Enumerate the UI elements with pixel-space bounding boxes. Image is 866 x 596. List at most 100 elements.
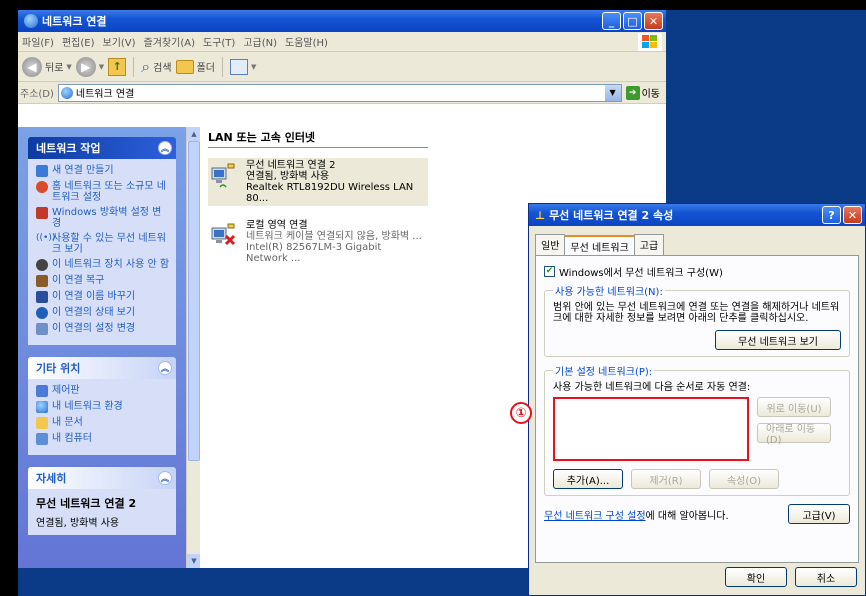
task-pane-scrollbar[interactable]: ▲ ▼ <box>186 127 201 568</box>
learn-more-suffix: 에 대해 알아봅니다. <box>645 510 729 522</box>
properties-button[interactable]: 속성(O) <box>709 469 779 489</box>
group-header: LAN 또는 고속 인터넷 <box>208 129 428 148</box>
help-button[interactable]: ? <box>822 206 841 224</box>
connection-name: 무선 네트워크 연결 2 <box>246 160 336 171</box>
ok-button[interactable]: 확인 <box>725 567 787 587</box>
task-status[interactable]: 이 연결의 상태 보기 <box>36 307 170 319</box>
connection-status: 네트워크 케이블 연결되지 않음, 방화벽 ... <box>246 231 422 242</box>
dialog-close-button[interactable]: ✕ <box>843 206 862 224</box>
task-pane: 네트워크 작업 ︽ 새 연결 만들기 홈 네트워크 또는 소규모 네트워크 설정… <box>18 127 186 568</box>
remove-button[interactable]: 제거(R) <box>631 469 701 489</box>
chevron-down-icon[interactable]: ▼ <box>604 84 621 101</box>
network-connections-icon <box>24 14 38 28</box>
wireless-networks-page: ✔ Windows에서 무선 네트워크 구성(W) 사용 가능한 네트워크(N)… <box>535 255 859 563</box>
task-firewall[interactable]: Windows 방화벽 설정 변경 <box>36 207 170 229</box>
go-button[interactable]: ➔ 이동 <box>625 85 660 100</box>
back-button[interactable]: ◀ 뒤로 ▼ <box>22 56 72 77</box>
other-places-header[interactable]: 기타 위치 ︽ <box>28 357 176 379</box>
folders-button[interactable]: 폴더 <box>175 59 215 74</box>
maximize-button[interactable]: □ <box>623 12 642 30</box>
address-value: 네트워크 연결 <box>75 89 135 100</box>
task-rename[interactable]: 이 연결 이름 바꾸기 <box>36 291 170 303</box>
menu-favorites[interactable]: 즐겨찾기(A) <box>144 34 195 49</box>
tab-general[interactable]: 일반 <box>535 234 566 255</box>
task-settings[interactable]: 이 연결의 설정 변경 <box>36 323 170 335</box>
chevron-down-icon: ▼ <box>66 62 72 71</box>
cancel-button[interactable]: 취소 <box>795 567 857 587</box>
move-up-button[interactable]: 위로 이동(U) <box>757 397 831 417</box>
address-bar: 주소(D) 네트워크 연결 ▼ ➔ 이동 <box>18 82 666 104</box>
address-input[interactable]: 네트워크 연결 ▼ <box>57 83 622 102</box>
menu-bar: 파일(F) 편집(E) 보기(V) 즐겨찾기(A) 도구(T) 고급(N) 도움… <box>18 32 666 52</box>
use-windows-config-checkbox-row[interactable]: ✔ Windows에서 무선 네트워크 구성(W) <box>544 264 850 279</box>
collapse-icon[interactable]: ︽ <box>158 471 172 485</box>
place-my-network[interactable]: 내 네트워크 환경 <box>36 401 170 413</box>
other-places-panel: 기타 위치 ︽ 제어판 내 네트워크 환경 내 문서 내 컴퓨터 <box>28 357 176 455</box>
learn-more-link[interactable]: 무선 네트워크 구성 설정 <box>544 507 646 522</box>
desktop: 네트워크 연결 _ □ ✕ 파일(F) 편집(E) 보기(V) 즐겨찾기(A) … <box>18 10 866 596</box>
place-my-computer[interactable]: 내 컴퓨터 <box>36 433 170 445</box>
chevron-down-icon: ▼ <box>98 62 105 71</box>
toolbar-separator <box>133 56 135 77</box>
menu-tools[interactable]: 도구(T) <box>203 34 235 49</box>
preferred-networks-list[interactable] <box>553 397 749 461</box>
network-tasks-header[interactable]: 네트워크 작업 ︽ <box>28 137 176 159</box>
task-home-network[interactable]: 홈 네트워크 또는 소규모 네트워크 설정 <box>36 181 170 203</box>
connection-device: Realtek RTL8192DU Wireless LAN 80... <box>246 182 414 204</box>
screen: 네트워크 연결 _ □ ✕ 파일(F) 편집(E) 보기(V) 즐겨찾기(A) … <box>0 0 866 596</box>
details-header[interactable]: 자세히 ︽ <box>28 467 176 489</box>
details-body: 무선 네트워크 연결 2 연결됨, 방화벽 사용 <box>28 489 176 535</box>
folder-icon <box>175 59 194 74</box>
learn-more-row: 무선 네트워크 구성 설정 에 대해 알아봅니다. 고급(V) <box>544 504 850 524</box>
details-status: 연결됨, 방화벽 사용 <box>36 518 120 529</box>
use-windows-config-label: Windows에서 무선 네트워크 구성(W) <box>559 268 723 279</box>
up-folder-icon: ↑ <box>108 57 127 76</box>
toolbar-separator <box>221 56 223 77</box>
annotation-marker: ① <box>510 402 532 424</box>
explorer-title-bar[interactable]: 네트워크 연결 _ □ ✕ <box>18 10 666 32</box>
menu-file[interactable]: 파일(F) <box>22 34 54 49</box>
up-folder-button[interactable]: ↑ <box>108 57 127 76</box>
scroll-down-icon[interactable]: ▼ <box>187 554 201 568</box>
move-down-button[interactable]: 아래로 이동(D) <box>757 423 831 446</box>
network-connections-icon <box>60 86 73 99</box>
forward-button[interactable]: ▶ ▼ <box>75 56 105 77</box>
collapse-icon[interactable]: ︽ <box>158 141 172 155</box>
lan-connection-icon <box>210 220 242 252</box>
views-icon <box>229 58 248 75</box>
connection-item-wireless[interactable]: 무선 네트워크 연결 2 연결됨, 방화벽 사용 Realtek RTL8192… <box>208 158 428 206</box>
connection-item-lan[interactable]: 로컬 영역 연결 네트워크 케이블 연결되지 않음, 방화벽 ... Intel… <box>208 218 428 266</box>
tab-wireless-networks[interactable]: 무선 네트워크 <box>564 235 635 256</box>
available-networks-text: 범위 안에 있는 무선 네트워크에 연결 또는 연결을 해제하거나 네트워크에 … <box>553 302 840 324</box>
back-arrow-icon: ◀ <box>22 56 42 77</box>
task-new-connection[interactable]: 새 연결 만들기 <box>36 165 170 177</box>
use-windows-config-checkbox[interactable]: ✔ <box>544 266 555 277</box>
dialog-title-bar[interactable]: ⊥ 무선 네트워크 연결 2 속성 ? ✕ <box>529 204 865 226</box>
collapse-icon[interactable]: ︽ <box>158 361 172 375</box>
tab-advanced[interactable]: 고급 <box>633 234 665 255</box>
advanced-button[interactable]: 고급(V) <box>788 504 850 524</box>
add-button[interactable]: 추가(A)... <box>553 469 623 489</box>
place-control-panel[interactable]: 제어판 <box>36 385 170 397</box>
connection-device: Intel(R) 82567LM-3 Gigabit Network ... <box>246 242 382 264</box>
views-button[interactable]: ▼ <box>229 58 256 75</box>
scroll-up-icon[interactable]: ▲ <box>187 127 201 141</box>
wireless-connection-icon <box>210 160 242 192</box>
task-view-wireless[interactable]: ((•)) 사용할 수 있는 무선 네트워크 보기 <box>36 233 170 255</box>
minimize-button[interactable]: _ <box>602 12 621 30</box>
task-disable-device[interactable]: 이 네트워크 장치 사용 안 함 <box>36 259 170 271</box>
scroll-thumb[interactable] <box>188 141 200 461</box>
status-icon <box>36 307 48 319</box>
task-repair[interactable]: 이 연결 복구 <box>36 275 170 287</box>
view-wireless-networks-button[interactable]: 무선 네트워크 보기 <box>715 330 841 350</box>
menu-edit[interactable]: 편집(E) <box>62 34 95 49</box>
menu-view[interactable]: 보기(V) <box>103 34 136 49</box>
repair-icon <box>36 275 48 287</box>
menu-help[interactable]: 도움말(H) <box>285 34 328 49</box>
windows-logo-icon <box>638 33 662 51</box>
rename-icon <box>36 291 48 303</box>
close-button[interactable]: ✕ <box>644 12 663 30</box>
place-my-documents[interactable]: 내 문서 <box>36 417 170 429</box>
search-button[interactable]: ⌕ 검색 <box>141 57 171 77</box>
menu-advanced[interactable]: 고급(N) <box>243 34 277 49</box>
